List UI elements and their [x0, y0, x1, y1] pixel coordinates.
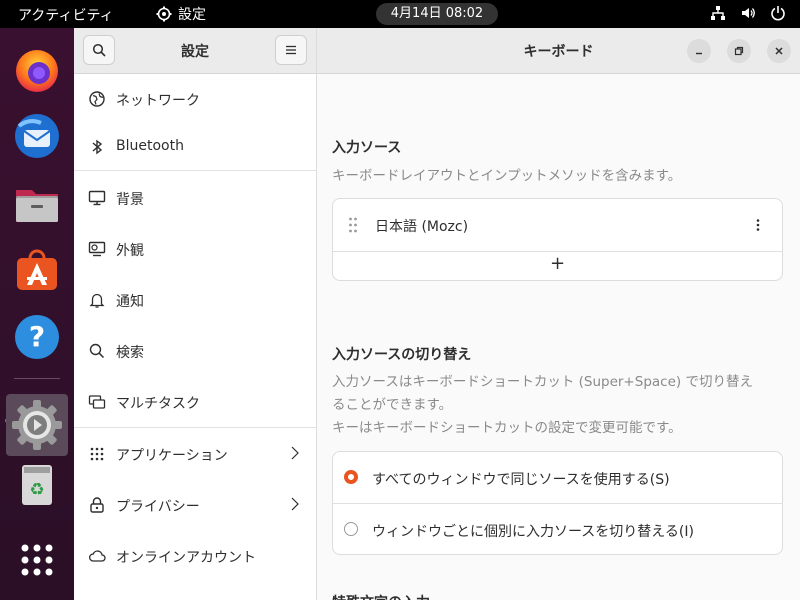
dock: ? ♻: [0, 28, 74, 600]
sidebar: 設定 ネットワーク Bluetooth 背景 外観 通知 検索 マルチタスク ア…: [74, 28, 317, 600]
sidebar-item-privacy[interactable]: プライバシー: [74, 480, 316, 530]
clock[interactable]: 4月14日 08:02: [376, 3, 498, 25]
firefox-launcher[interactable]: [13, 46, 61, 94]
volume-icon: [742, 8, 755, 18]
sidebar-item-appearance[interactable]: 外観: [74, 224, 316, 274]
show-apps-button[interactable]: [13, 536, 61, 584]
trash-launcher[interactable]: ♻: [13, 460, 61, 508]
sidebar-item-label: プライバシー: [116, 499, 200, 515]
sidebar-item-label: アプリケーション: [116, 448, 228, 464]
restore-icon: [734, 46, 744, 56]
main-menu-button[interactable]: [275, 35, 307, 65]
close-button[interactable]: [767, 39, 791, 63]
minimize-button[interactable]: [687, 39, 711, 63]
switching-description-line2: ることができます。: [332, 397, 453, 413]
input-source-row[interactable]: 日本語 (Mozc): [333, 199, 782, 251]
system-tray[interactable]: [710, 5, 786, 21]
sidebar-item-label: 背景: [116, 192, 144, 208]
power-icon: [771, 6, 785, 21]
content-header: キーボード: [317, 28, 800, 74]
sidebar-item-background[interactable]: 背景: [74, 173, 316, 223]
help-launcher[interactable]: ?: [13, 313, 61, 361]
switching-description-line3: キーはキーボードショートカットの設定で変更可能です。: [332, 420, 682, 436]
option-label: ウィンドウごとに個別に入力ソースを切り替える(I): [372, 524, 694, 540]
thunderbird-launcher[interactable]: [13, 112, 61, 160]
switching-title: 入力ソースの切り替え: [332, 347, 472, 363]
input-sources-title: 入力ソース: [332, 140, 402, 156]
app-center-launcher[interactable]: [13, 246, 61, 294]
apps-grid-icon: [21, 544, 53, 576]
settings-window: 設定 ネットワーク Bluetooth 背景 外観 通知 検索 マルチタスク ア…: [74, 28, 800, 600]
svg-text:♻: ♻: [29, 480, 44, 500]
settings-gear-icon: [12, 400, 62, 450]
more-options-icon[interactable]: [754, 218, 762, 232]
add-input-source-button[interactable]: +: [333, 252, 782, 282]
activities-button[interactable]: アクティビティ: [18, 5, 114, 25]
input-source-label: 日本語 (Mozc): [375, 219, 469, 235]
bell-icon: [89, 293, 105, 308]
chevron-right-icon: [291, 497, 299, 511]
hamburger-icon: [286, 45, 296, 55]
sidebar-item-online-accounts[interactable]: オンラインアカウント: [74, 531, 316, 581]
folder-icon: [16, 190, 58, 222]
bluetooth-icon: [92, 139, 103, 155]
sidebar-item-label: オンラインアカウント: [116, 550, 256, 566]
sidebar-item-label: マルチタスク: [116, 396, 200, 412]
close-icon: [775, 47, 783, 55]
minimize-icon: [696, 52, 702, 55]
firefox-icon: [16, 50, 58, 92]
chevron-right-icon: [291, 446, 299, 460]
switching-description-line1: 入力ソースはキーボードショートカット (Super+Space) で切り替え: [332, 374, 753, 390]
appearance-icon: [88, 241, 106, 257]
sidebar-item-multitasking[interactable]: マルチタスク: [74, 377, 316, 427]
search-icon: [89, 343, 105, 359]
input-sources-list: 日本語 (Mozc) +: [332, 198, 783, 281]
display-icon: [88, 190, 106, 206]
apps-grid-icon: [90, 447, 104, 461]
sidebar-item-bluetooth[interactable]: Bluetooth: [74, 122, 316, 172]
app-menu-label: 設定: [178, 7, 206, 23]
radio-same-source[interactable]: [344, 470, 358, 484]
sidebar-item-label: 外観: [116, 243, 144, 259]
multitask-icon: [88, 395, 106, 409]
settings-launcher[interactable]: [6, 394, 68, 456]
option-per-window[interactable]: ウィンドウごとに個別に入力ソースを切り替える(I): [333, 504, 782, 555]
app-store-icon: [17, 249, 57, 290]
app-menu[interactable]: 設定: [156, 4, 206, 24]
network-icon: [89, 91, 105, 107]
sidebar-item-search[interactable]: 検索: [74, 326, 316, 376]
sidebar-item-label: 通知: [116, 294, 144, 310]
sidebar-item-label: 検索: [116, 345, 144, 361]
sidebar-separator: [74, 427, 316, 428]
lock-icon: [90, 497, 104, 513]
sidebar-separator: [74, 170, 316, 171]
dock-separator: [14, 378, 60, 379]
option-label: すべてのウィンドウで同じソースを使用する(S): [372, 472, 670, 488]
sidebar-item-label: ネットワーク: [116, 93, 200, 109]
switching-options: すべてのウィンドウで同じソースを使用する(S) ウィンドウごとに個別に入力ソース…: [332, 451, 783, 555]
option-same-source[interactable]: すべてのウィンドウで同じソースを使用する(S): [333, 452, 782, 503]
sidebar-item-label: Bluetooth: [116, 138, 184, 154]
thunderbird-icon: [15, 114, 59, 158]
drag-handle-icon[interactable]: [348, 217, 358, 233]
keyboard-settings-panel: 入力ソース キーボードレイアウトとインプットメソッドを含みます。 日本語 (Mo…: [317, 74, 800, 600]
svg-text:?: ?: [29, 320, 45, 353]
radio-per-window[interactable]: [344, 522, 358, 536]
input-sources-description: キーボードレイアウトとインプットメソッドを含みます。: [332, 168, 682, 184]
sidebar-item-network[interactable]: ネットワーク: [74, 74, 316, 124]
sidebar-item-notifications[interactable]: 通知: [74, 275, 316, 325]
gear-icon: [156, 6, 172, 22]
maximize-button[interactable]: [727, 39, 751, 63]
cloud-icon: [89, 550, 106, 562]
files-launcher[interactable]: [13, 180, 61, 228]
sidebar-item-applications[interactable]: アプリケーション: [74, 429, 316, 479]
special-chars-title: 特殊文字の入力: [332, 592, 430, 600]
trash-icon: ♻: [22, 465, 52, 505]
network-wired-icon: [711, 6, 725, 20]
top-bar: アクティビティ 設定 4月14日 08:02: [0, 0, 800, 28]
add-icon: +: [549, 253, 566, 274]
sidebar-header: 設定: [74, 28, 316, 74]
help-icon: ?: [15, 315, 59, 359]
